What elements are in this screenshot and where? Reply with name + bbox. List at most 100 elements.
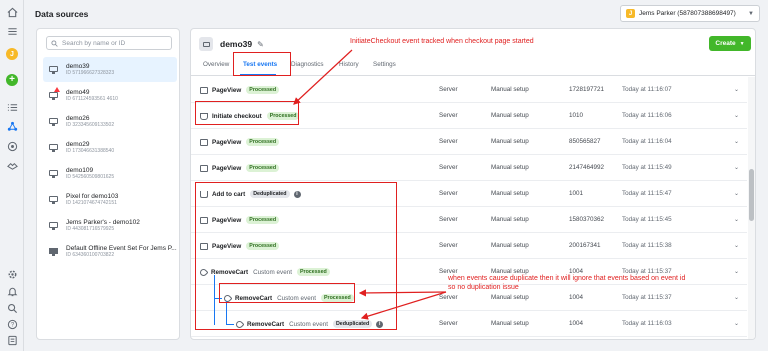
event-source: Server	[439, 138, 458, 145]
page-title: Data sources	[35, 9, 89, 19]
data-source-list: Search by name or ID demo39 ID 5719666273…	[36, 28, 180, 340]
event-id: 200167341	[569, 242, 601, 249]
event-row[interactable]: PageView Processed Server Manual setup 17281…	[191, 77, 747, 103]
events-manager-icon[interactable]	[6, 120, 18, 132]
list-icon[interactable]	[6, 101, 18, 113]
source-item[interactable]: Pixel for demo103 ID 1421074674742151	[43, 187, 177, 212]
create-button-label: Create	[715, 40, 736, 47]
source-id: ID 571966627328323	[66, 70, 115, 77]
event-source: Server	[439, 164, 458, 171]
monitor-icon	[49, 87, 60, 100]
event-id: 1010	[569, 112, 584, 119]
source-name: demo109	[66, 166, 94, 174]
home-icon[interactable]	[6, 6, 18, 18]
chevron-down-icon[interactable]: ⌄	[734, 268, 739, 275]
bell-icon[interactable]	[6, 285, 18, 297]
chevron-down-icon: ▼	[739, 40, 745, 47]
chevron-down-icon[interactable]: ⌄	[734, 164, 739, 171]
source-item[interactable]: demo29 ID 173046631388540	[43, 135, 177, 160]
dataset-header: demo39 ✎	[199, 37, 264, 51]
annotation-checkout-note: InitiateCheckout event tracked when chec…	[350, 38, 534, 45]
annotation-box-dedup-group	[195, 182, 397, 330]
source-name: demo49	[66, 88, 90, 96]
chevron-down-icon: ▼	[748, 10, 754, 17]
search-input[interactable]: Search by name or ID	[46, 36, 172, 50]
event-source: Server	[439, 86, 458, 93]
chevron-down-icon[interactable]: ⌄	[734, 112, 739, 119]
event-id: 1004	[569, 294, 584, 301]
search-icon[interactable]	[6, 302, 18, 314]
source-item[interactable]: demo39 ID 571966627328323	[43, 57, 177, 82]
event-row[interactable]: PageView Processed Server Manual setup 85056…	[191, 129, 747, 155]
tab-history[interactable]: History	[339, 61, 359, 68]
status-badge: Processed	[246, 138, 280, 146]
partner-icon[interactable]	[6, 159, 18, 171]
avatar[interactable]: J	[6, 48, 18, 60]
event-time: Today at 11:15:37	[622, 294, 672, 301]
event-source: Server	[439, 216, 458, 223]
account-label: Jems Parker (587807388698497)	[639, 10, 736, 17]
chevron-down-icon[interactable]: ⌄	[734, 242, 739, 249]
chevron-down-icon[interactable]: ⌄	[734, 190, 739, 197]
chevron-down-icon[interactable]: ⌄	[734, 294, 739, 301]
event-name: PageView	[212, 138, 242, 146]
event-setup: Manual setup	[491, 138, 529, 145]
tab-settings[interactable]: Settings	[373, 61, 396, 68]
event-time: Today at 11:16:03	[622, 320, 672, 327]
source-item[interactable]: Jems Parker's - demo102 ID 44308171657992…	[43, 213, 177, 238]
monitor-icon	[199, 37, 213, 51]
create-button[interactable]: Create ▼	[709, 36, 751, 51]
source-item[interactable]: demo109 ID 542560509801625	[43, 161, 177, 186]
source-item[interactable]: demo49 ID 671124593561 4610	[43, 83, 177, 108]
status-badge: Processed	[246, 164, 280, 172]
account-selector[interactable]: J Jems Parker (587807388698497) ▼	[620, 5, 760, 22]
monitor-icon	[200, 138, 208, 146]
source-id: ID 671124593561 4610	[66, 96, 118, 103]
settings-circle-icon[interactable]	[6, 140, 18, 152]
source-id: ID 542560509801625	[66, 174, 115, 181]
event-time: Today at 11:15:37	[622, 268, 672, 275]
source-name: demo39	[66, 62, 90, 70]
monitor-icon	[200, 86, 208, 94]
search-placeholder: Search by name or ID	[62, 39, 126, 47]
event-id: 1001	[569, 190, 584, 197]
event-time: Today at 11:16:04	[622, 138, 672, 145]
source-id: ID 443081716579925	[66, 226, 115, 233]
edit-pencil-icon[interactable]: ✎	[257, 40, 264, 49]
source-item[interactable]: Default Offline Event Set For Jems P... I…	[43, 239, 177, 264]
event-source: Server	[439, 190, 458, 197]
source-name: Pixel for demo103	[66, 192, 119, 200]
store-icon	[49, 247, 58, 256]
event-name: PageView	[212, 164, 242, 172]
chevron-down-icon[interactable]: ⌄	[734, 216, 739, 223]
monitor-icon	[49, 65, 58, 74]
source-id: ID 173046631388540	[66, 148, 115, 155]
event-setup: Manual setup	[491, 216, 529, 223]
chevron-down-icon[interactable]: ⌄	[734, 138, 739, 145]
tab-diagnostics[interactable]: Diagnostics	[291, 61, 324, 68]
menu-icon[interactable]	[6, 25, 18, 37]
source-id: ID 323345609133502	[66, 122, 115, 129]
report-icon[interactable]	[6, 334, 18, 346]
event-setup: Manual setup	[491, 242, 529, 249]
annotation-box-initiate-checkout	[195, 101, 299, 125]
event-id: 1728197721	[569, 86, 605, 93]
monitor-icon	[49, 143, 58, 152]
tab-overview[interactable]: Overview	[203, 61, 229, 68]
annotation-dedup-note-1: when events cause duplicate then it will…	[448, 275, 686, 282]
add-icon[interactable]: +	[6, 74, 18, 86]
source-item[interactable]: demo26 ID 323345609133502	[43, 109, 177, 134]
event-name: PageView	[212, 86, 242, 94]
chevron-down-icon[interactable]: ⌄	[734, 86, 739, 93]
event-id: 2147464992	[569, 164, 605, 171]
chevron-down-icon[interactable]: ⌄	[734, 320, 739, 327]
gear-icon[interactable]	[6, 268, 18, 280]
event-setup: Manual setup	[491, 112, 529, 119]
warning-icon	[54, 87, 60, 92]
annotation-box-processed-removecart	[219, 283, 355, 303]
event-id: 1004	[569, 268, 584, 275]
source-name: demo29	[66, 140, 90, 148]
help-icon[interactable]: ?	[6, 318, 18, 330]
scrollbar-thumb[interactable]	[749, 169, 754, 221]
event-row[interactable]: PageView Processed Server Manual setup 21474…	[191, 155, 747, 181]
